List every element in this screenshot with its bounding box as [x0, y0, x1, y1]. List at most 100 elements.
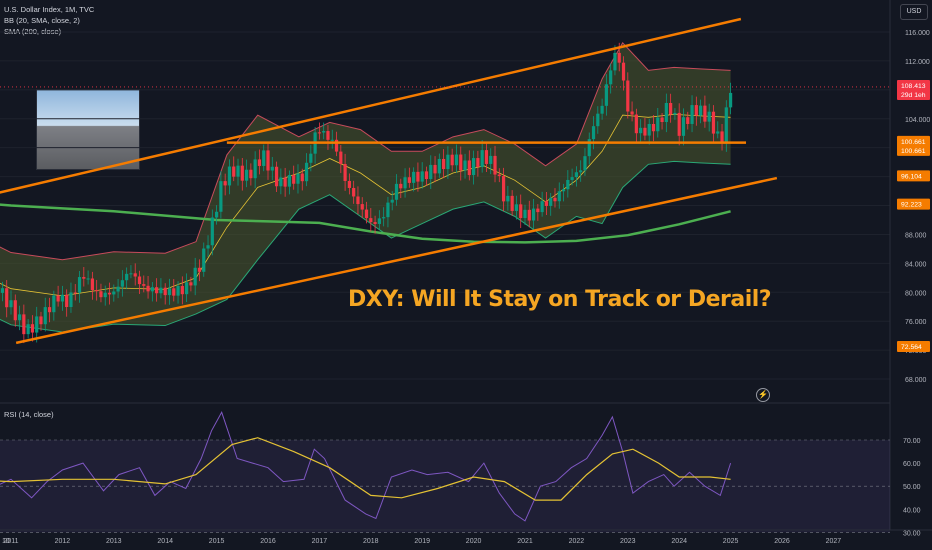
candle-body [334, 139, 339, 152]
time-tick-label: 10 [2, 538, 10, 545]
candle-body [47, 307, 52, 313]
price-label-sub: 100.661 [901, 148, 926, 155]
time-tick-label: 2024 [671, 538, 687, 545]
price-tick-label: 68.000 [905, 377, 927, 384]
candle-body [454, 154, 459, 166]
sma-indicator-label[interactable]: SMA (200, close) [4, 26, 61, 37]
candle-body [274, 166, 279, 187]
candle-body [574, 172, 578, 178]
price-tick-label: 76.000 [905, 319, 927, 326]
price-tick-label: 112.000 [905, 59, 930, 66]
candle-body [703, 105, 707, 122]
candle-body [527, 209, 531, 221]
candle-body [561, 189, 566, 192]
price-tick-label: 108.000 [905, 88, 930, 95]
candle-body [617, 52, 621, 63]
candle-body [643, 127, 647, 136]
candle-body [292, 175, 296, 184]
candle-body [510, 195, 514, 211]
price-label-value: 92.223 [901, 202, 922, 209]
candle-body [553, 197, 557, 202]
price-tick-label: 80.000 [905, 290, 927, 297]
candle-body [360, 204, 364, 210]
candle-body [223, 181, 227, 186]
time-tick-label: 2013 [106, 538, 122, 545]
candle-body [330, 139, 334, 141]
candle-body [489, 155, 493, 164]
candle-body [296, 173, 300, 184]
candle-body [660, 117, 664, 123]
candle-body [236, 165, 240, 177]
candle-body [501, 176, 506, 202]
price-label-tag [897, 198, 930, 210]
candle-body [313, 132, 317, 154]
headline: DXY: Will It Stay on Track or Derail? [348, 287, 772, 312]
candle-body [270, 166, 274, 171]
candle-body [107, 292, 112, 295]
candle-body [390, 199, 394, 203]
candle-body [557, 191, 561, 202]
candle-body [446, 154, 450, 170]
price-label-value: 96.104 [901, 173, 922, 180]
candle-body [262, 150, 266, 166]
candle-body [579, 170, 583, 173]
candle-body [587, 139, 591, 157]
candle-body [317, 132, 321, 134]
candle-body [125, 273, 129, 281]
candle-body [416, 171, 420, 182]
candle-body [326, 131, 330, 140]
rsi-ma-line [0, 437, 731, 501]
candle-body [707, 111, 711, 122]
currency-button[interactable]: USD [900, 4, 928, 20]
candle-body [95, 290, 99, 292]
candle-body [570, 177, 574, 180]
candle-body [266, 150, 270, 171]
candle-body [596, 113, 600, 127]
candle-body [150, 287, 154, 292]
lightning-icon[interactable]: ⚡ [756, 388, 770, 402]
time-tick-label: 2026 [774, 538, 790, 545]
candle-body [720, 131, 724, 142]
price-chart[interactable]: 116.000 112.000 108.000 104.000 100.000 96.00… [0, 0, 932, 550]
time-tick-label: 2027 [826, 538, 842, 545]
candle-body [412, 171, 416, 183]
price-tick-label: 96.000 [905, 175, 927, 182]
candle-body [639, 127, 643, 134]
candle-body [716, 131, 720, 134]
candle-body [493, 155, 497, 175]
candle-body [244, 169, 249, 181]
candle-body [681, 117, 686, 136]
rsi-tick-label: 50.00 [903, 484, 921, 491]
candle-body [82, 277, 86, 279]
candle-body [373, 222, 377, 224]
candle-body [536, 208, 540, 213]
candle-body [403, 177, 407, 189]
candle-body [386, 202, 390, 218]
candle-body [180, 286, 184, 295]
candle-body [176, 286, 180, 296]
time-tick-label: 2015 [209, 538, 225, 545]
candle-body [484, 150, 489, 164]
candle-body [399, 183, 403, 189]
candle-body [240, 165, 244, 181]
candle-body [600, 105, 604, 114]
candle-body [591, 126, 596, 140]
price-tick-label: 92.000 [905, 204, 927, 211]
price-tick-label: 116.000 [905, 30, 930, 37]
candle-body [304, 162, 309, 182]
candle-body [514, 204, 519, 211]
candle-body [471, 158, 476, 176]
candle-body [322, 131, 326, 133]
candle-body [116, 286, 120, 292]
candle-body [103, 292, 107, 298]
price-tick-label: 88.000 [905, 232, 927, 239]
bb-indicator-label[interactable]: BB (20, SMA, close, 2) [4, 15, 80, 26]
candle-body [163, 287, 167, 296]
inset-photo [36, 89, 140, 170]
candle-body [283, 177, 287, 187]
candle-body [257, 159, 262, 166]
candle-body [69, 292, 73, 308]
price-tick-label: 84.000 [905, 261, 927, 268]
price-label-value: 100.661 [901, 139, 926, 146]
price-label-tag [897, 170, 930, 182]
